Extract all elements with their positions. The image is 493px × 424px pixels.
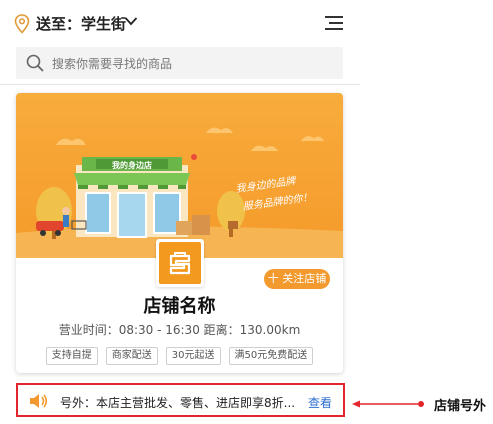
delivery-location[interactable]: 送至：学生街 [36,13,126,34]
view-notice-link[interactable]: 查看 [308,394,332,411]
search-icon[interactable] [26,54,44,72]
follow-store-button[interactable]: 十 关注店铺 [264,269,330,289]
search-bar[interactable]: 搜索你需要寻找的商品 [16,47,343,79]
store-hours-distance: 营业时间：08:30 - 16:30 距离：130.00km [58,323,301,337]
banner-sign-text: 我的身边店 [112,160,152,170]
service-tag: 满50元免费配送 [228,347,314,365]
service-tags: 支持自提 商家配送 30元起送 满50元免费配送 [16,347,343,365]
annotation-arrow-icon [352,400,424,408]
service-tag: 商家配送 [105,347,158,365]
annotation-label: 店铺号外 [434,399,487,414]
store-banner-image: 我的身边店 我身边的品牌 服务品牌的你！ [16,93,343,258]
speaker-icon [30,394,48,408]
store-logo-icon [169,252,191,275]
search-input[interactable]: 搜索你需要寻找的商品 [52,55,172,72]
notice-text: 号外：本店主营批发、零售、进店即享8折... [60,396,296,410]
store-logo [156,239,204,287]
header: 送至：学生街 [0,0,360,46]
service-tag: 30元起送 [165,347,221,365]
service-tag: 支持自提 [45,347,98,365]
store-name: 店铺名称 [143,296,216,317]
menu-icon[interactable] [325,15,343,31]
location-pin-icon[interactable] [14,14,30,34]
store-card: 我的身边店 我身边的品牌 服务品牌的你！ 十 关注店铺 店铺名称 营业时间：08… [16,93,343,373]
chevron-down-icon[interactable] [124,16,138,26]
divider [0,84,360,85]
store-notice-bar[interactable]: 号外：本店主营批发、零售、进店即享8折... 查看 [16,383,345,417]
